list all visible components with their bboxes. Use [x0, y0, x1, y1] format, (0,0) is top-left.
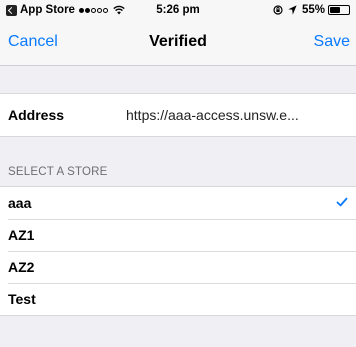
orientation-lock-icon — [273, 5, 283, 15]
store-label: Test — [8, 291, 36, 307]
store-item-az1[interactable]: AZ1 — [0, 219, 356, 251]
row-divider — [8, 283, 356, 284]
row-divider — [8, 219, 356, 220]
checkmark-icon — [336, 197, 348, 207]
save-button[interactable]: Save — [314, 33, 350, 51]
location-icon — [288, 5, 297, 15]
row-divider — [8, 251, 356, 252]
store-item-az2[interactable]: AZ2 — [0, 251, 356, 283]
battery-fill — [330, 7, 340, 13]
store-label: AZ1 — [8, 227, 35, 243]
battery-percent: 55% — [301, 4, 325, 16]
store-label: AZ2 — [8, 259, 35, 275]
status-bar: App Store 5:26 pm 55% — [0, 0, 356, 22]
page-title: Verified — [149, 33, 207, 50]
store-label: aaa — [8, 195, 32, 211]
navigation-bar: Cancel Verified Save — [0, 22, 356, 66]
store-item-aaa[interactable]: aaa — [0, 187, 356, 219]
store-list: aaa AZ1 AZ2 Test — [0, 186, 356, 316]
status-right: 55% — [273, 4, 350, 16]
select-store-section-header: SELECT A STORE — [8, 166, 108, 178]
address-label: Address — [8, 107, 65, 123]
battery-icon — [328, 5, 350, 15]
store-item-test[interactable]: Test — [0, 283, 356, 315]
address-field[interactable]: https://aaa-access.unsw.e... — [126, 107, 299, 123]
address-row[interactable]: Address https://aaa-access.unsw.e... — [0, 93, 356, 137]
